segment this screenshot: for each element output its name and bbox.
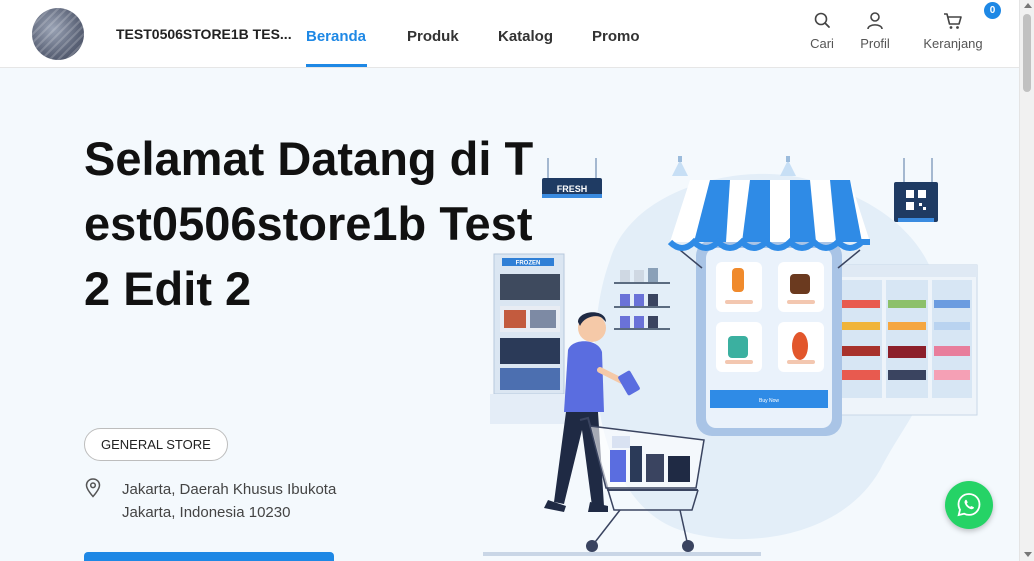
buy-now-text: Buy Now [759, 398, 779, 404]
map-pin-icon [85, 478, 101, 498]
store-illustration: FRESH FROZEN Buy Now [483, 156, 978, 556]
whatsapp-button[interactable] [945, 481, 993, 529]
page-scrollbar[interactable] [1019, 0, 1034, 561]
store-logo[interactable] [32, 8, 84, 60]
fresh-sign-text: FRESH [557, 184, 588, 194]
search-button[interactable]: Cari [806, 10, 838, 51]
scroll-down-arrow[interactable] [1024, 552, 1032, 557]
frozen-sign-text: FROZEN [516, 261, 541, 267]
cart-button[interactable]: Keranjang [920, 10, 986, 51]
profile-button[interactable]: Profil [856, 10, 894, 51]
user-icon [867, 12, 883, 30]
scroll-up-arrow[interactable] [1024, 3, 1032, 8]
active-nav-indicator [306, 64, 367, 67]
cart-label: Keranjang [923, 36, 983, 51]
nav-produk[interactable]: Produk [407, 28, 459, 45]
hero-section: Selamat Datang di Test0506store1b Test 2… [0, 68, 1019, 561]
search-icon [814, 12, 830, 28]
top-navbar: TEST0506STORE1B TES... Beranda Produk Ka… [0, 0, 1019, 68]
cart-count-badge: 0 [984, 2, 1001, 19]
scroll-thumb[interactable] [1023, 14, 1031, 92]
whatsapp-icon [957, 493, 981, 517]
address-line-1: Jakarta, Daerah Khusus Ibukota [122, 481, 337, 498]
search-label: Cari [810, 36, 834, 51]
nav-katalog[interactable]: Katalog [498, 28, 553, 45]
hero-title: Selamat Datang di Test0506store1b Test 2… [84, 132, 534, 315]
address-line-2: Jakarta, Indonesia 10230 [122, 504, 291, 521]
hero-cta-button[interactable] [84, 552, 334, 561]
profile-label: Profil [860, 36, 890, 51]
store-category-badge: GENERAL STORE [84, 428, 228, 461]
cart-icon [944, 13, 962, 29]
store-name[interactable]: TEST0506STORE1B TES... [116, 26, 292, 42]
store-address: Jakarta, Daerah Khusus Ibukota Jakarta, … [122, 478, 336, 524]
nav-promo[interactable]: Promo [592, 28, 640, 45]
nav-beranda[interactable]: Beranda [306, 28, 366, 45]
